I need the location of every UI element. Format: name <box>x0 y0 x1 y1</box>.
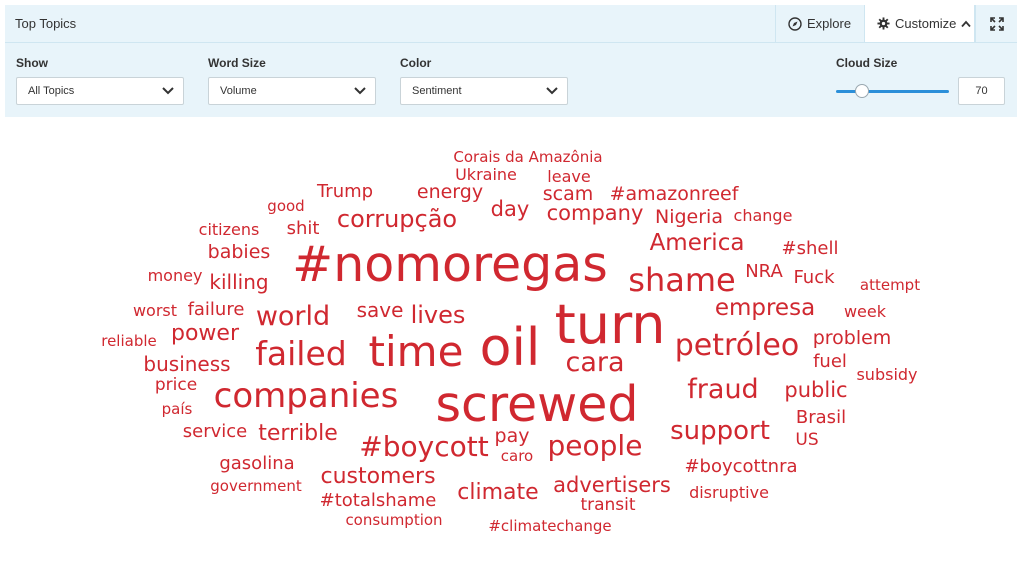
cloud-word[interactable]: fraud <box>687 376 758 403</box>
cloud-word[interactable]: company <box>547 202 644 224</box>
cloud-word[interactable]: worst <box>133 303 177 319</box>
word-size-label: Word Size <box>208 56 266 70</box>
cloud-size-value: 70 <box>975 85 988 97</box>
cloud-word[interactable]: world <box>256 303 330 330</box>
cloud-word[interactable]: save <box>357 300 404 320</box>
cloud-word[interactable]: petróleo <box>675 331 799 361</box>
cloud-word[interactable]: lives <box>411 303 466 327</box>
cloud-word[interactable]: week <box>844 304 886 320</box>
compass-icon <box>788 16 802 31</box>
chevron-down-icon <box>162 86 174 98</box>
cloud-word[interactable]: transit <box>580 496 635 514</box>
cloud-word[interactable]: caro <box>501 448 533 464</box>
cloud-word[interactable]: attempt <box>860 277 920 293</box>
cloud-word[interactable]: fuel <box>813 353 847 371</box>
chevron-down-icon <box>354 86 366 98</box>
show-value: All Topics <box>28 85 75 97</box>
cloud-size-label: Cloud Size <box>836 56 898 70</box>
cloud-word[interactable]: people <box>548 432 643 460</box>
cloud-word[interactable]: change <box>734 208 793 224</box>
show-label: Show <box>16 56 48 70</box>
chevron-up-icon <box>961 20 972 28</box>
show-select[interactable]: All Topics <box>16 77 184 105</box>
cloud-word[interactable]: time <box>369 331 464 373</box>
cloud-word[interactable]: consumption <box>345 512 442 528</box>
cloud-word[interactable]: support <box>670 418 770 444</box>
cloud-word[interactable]: killing <box>209 272 268 292</box>
cloud-word[interactable]: climate <box>457 482 538 504</box>
cloud-word[interactable]: service <box>183 423 247 441</box>
cloud-word[interactable]: screwed <box>435 380 638 429</box>
cloud-word[interactable]: #boycottnra <box>684 458 797 476</box>
cloud-word[interactable]: #boycott <box>359 433 488 461</box>
cloud-word[interactable]: customers <box>320 466 435 488</box>
cloud-word[interactable]: government <box>210 478 301 494</box>
cloud-word[interactable]: failed <box>255 337 346 370</box>
cloud-word[interactable]: gasolina <box>219 455 294 473</box>
widget-header: Top Topics Explore Customize <box>5 5 1017 43</box>
cloud-word[interactable]: terrible <box>258 423 338 445</box>
cloud-word[interactable]: #nomoregas <box>292 240 608 289</box>
cloud-word[interactable]: subsidy <box>856 367 917 383</box>
word-size-select[interactable]: Volume <box>208 77 376 105</box>
cloud-word[interactable]: pay <box>495 426 530 446</box>
cloud-word[interactable]: citizens <box>199 222 260 238</box>
cloud-word[interactable]: #totalshame <box>320 492 437 510</box>
cloud-word[interactable]: public <box>784 379 847 401</box>
cloud-word[interactable]: Fuck <box>793 269 834 287</box>
cloud-word[interactable]: Nigeria <box>655 207 723 227</box>
cloud-word[interactable]: #shell <box>782 240 839 258</box>
cloud-word[interactable]: oil <box>480 322 541 374</box>
cloud-word[interactable]: país <box>162 401 193 417</box>
color-select[interactable]: Sentiment <box>400 77 568 105</box>
word-size-value: Volume <box>220 85 257 97</box>
cloud-word[interactable]: good <box>267 198 304 214</box>
cloud-word[interactable]: price <box>155 376 197 394</box>
cloud-word[interactable]: US <box>795 431 818 449</box>
cloud-word[interactable]: power <box>171 323 239 345</box>
cloud-word[interactable]: failure <box>188 301 245 319</box>
cloud-word[interactable]: Trump <box>317 183 373 201</box>
customize-button[interactable]: Customize <box>864 5 975 42</box>
color-value: Sentiment <box>412 85 462 97</box>
cloud-word[interactable]: Brasil <box>796 409 846 427</box>
cloud-word[interactable]: corrupção <box>337 207 457 231</box>
cloud-size-slider[interactable] <box>836 84 949 100</box>
cloud-word[interactable]: disruptive <box>689 485 769 501</box>
expand-icon <box>989 16 1004 31</box>
explore-label: Explore <box>807 16 852 31</box>
explore-button[interactable]: Explore <box>775 5 864 42</box>
cloud-word[interactable]: cara <box>565 349 624 376</box>
cloud-size-input[interactable]: 70 <box>958 77 1005 105</box>
cloud-word[interactable]: turn <box>555 298 666 352</box>
cloud-word[interactable]: energy <box>417 182 483 202</box>
chevron-down-icon <box>546 86 558 98</box>
cloud-word[interactable]: shame <box>628 264 735 296</box>
cloud-word[interactable]: companies <box>214 379 399 413</box>
customize-panel: Show All Topics Word Size Volume Color S… <box>5 43 1017 117</box>
cloud-word[interactable]: advertisers <box>553 474 671 496</box>
word-cloud: Corais da Amazônia Ukraine leave energy Trum… <box>0 118 1024 568</box>
cloud-word[interactable]: America <box>650 231 745 255</box>
slider-track[interactable] <box>836 90 949 93</box>
cloud-word[interactable]: NRA <box>745 263 783 281</box>
cloud-word[interactable]: money <box>148 268 203 284</box>
cloud-word[interactable]: Corais da Amazônia <box>453 149 602 165</box>
cloud-word[interactable]: #climatechange <box>488 518 611 534</box>
gear-icon <box>877 17 890 30</box>
cloud-word[interactable]: reliable <box>101 333 157 349</box>
slider-handle[interactable] <box>854 84 869 98</box>
expand-button[interactable] <box>975 5 1017 42</box>
cloud-word[interactable]: problem <box>813 328 892 348</box>
color-label: Color <box>400 56 432 70</box>
cloud-word[interactable]: babies <box>208 242 271 262</box>
widget-title: Top Topics <box>15 16 77 31</box>
cloud-word[interactable]: day <box>491 198 530 220</box>
customize-label: Customize <box>895 16 957 31</box>
cloud-word[interactable]: business <box>143 354 230 374</box>
cloud-word[interactable]: empresa <box>715 296 815 320</box>
